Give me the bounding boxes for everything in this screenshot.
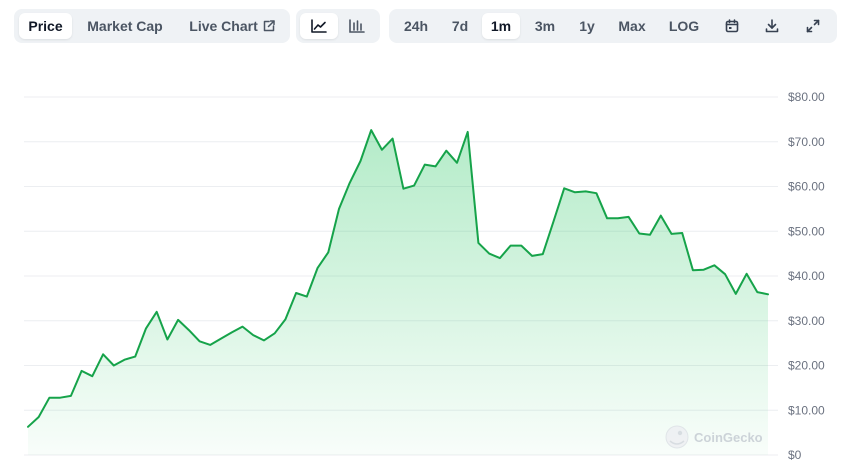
data-point bbox=[357, 157, 365, 165]
data-point bbox=[56, 394, 64, 402]
data-point bbox=[592, 189, 600, 197]
data-point bbox=[410, 182, 418, 190]
y-tick-label: $80.00 bbox=[788, 90, 825, 104]
price-area bbox=[28, 130, 768, 455]
gecko-logo-icon bbox=[665, 425, 689, 449]
data-point bbox=[271, 329, 279, 337]
data-point bbox=[110, 362, 118, 370]
data-point bbox=[732, 290, 740, 298]
data-point bbox=[743, 270, 751, 278]
data-point bbox=[163, 336, 171, 344]
data-point bbox=[571, 188, 579, 196]
data-point bbox=[45, 394, 53, 402]
data-point bbox=[303, 293, 311, 301]
data-point bbox=[399, 185, 407, 193]
data-point bbox=[507, 242, 515, 250]
data-point bbox=[764, 290, 772, 298]
data-point bbox=[142, 324, 150, 332]
data-point bbox=[474, 239, 482, 247]
data-point bbox=[442, 147, 450, 155]
data-point bbox=[678, 229, 686, 237]
data-point bbox=[35, 413, 43, 421]
data-point bbox=[657, 212, 665, 220]
data-point bbox=[753, 288, 761, 296]
data-point bbox=[346, 179, 354, 187]
data-point bbox=[528, 252, 536, 260]
data-point bbox=[153, 308, 161, 316]
data-point bbox=[324, 248, 332, 256]
data-point bbox=[206, 341, 214, 349]
data-point bbox=[260, 336, 268, 344]
data-point bbox=[131, 353, 139, 361]
data-point bbox=[281, 315, 289, 323]
data-point bbox=[78, 367, 86, 375]
y-tick-label: $10.00 bbox=[788, 403, 825, 417]
data-point bbox=[539, 250, 547, 258]
data-point bbox=[582, 187, 590, 195]
data-point bbox=[24, 423, 32, 431]
data-point bbox=[625, 213, 633, 221]
data-point bbox=[668, 230, 676, 238]
data-point bbox=[421, 161, 429, 169]
y-tick-label: $20.00 bbox=[788, 359, 825, 373]
data-point bbox=[228, 328, 236, 336]
data-point bbox=[196, 337, 204, 345]
data-point bbox=[99, 350, 107, 358]
y-tick-label: $70.00 bbox=[788, 135, 825, 149]
coingecko-watermark: CoinGecko bbox=[665, 425, 763, 449]
data-point bbox=[249, 331, 257, 339]
data-point bbox=[614, 214, 622, 222]
data-point bbox=[432, 162, 440, 170]
data-point bbox=[496, 254, 504, 262]
data-point bbox=[389, 135, 397, 143]
data-point bbox=[710, 261, 718, 269]
data-point bbox=[88, 372, 96, 380]
data-point bbox=[335, 205, 343, 213]
data-point bbox=[700, 266, 708, 274]
price-chart[interactable]: $0 $10.00 $20.00 $30.00 $40.00 $50.00 $60.00 $7… bbox=[0, 0, 858, 475]
y-tick-label: $40.00 bbox=[788, 269, 825, 283]
data-point bbox=[121, 356, 129, 364]
data-point bbox=[464, 128, 472, 136]
data-point bbox=[367, 126, 375, 134]
data-point bbox=[689, 266, 697, 274]
data-point bbox=[603, 214, 611, 222]
data-point bbox=[721, 270, 729, 278]
y-axis: $0 $10.00 $20.00 $30.00 $40.00 $50.00 $60.00 $7… bbox=[788, 90, 825, 462]
data-point bbox=[517, 242, 525, 250]
y-tick-label: $30.00 bbox=[788, 314, 825, 328]
data-point bbox=[378, 146, 386, 154]
data-point bbox=[185, 326, 193, 334]
data-point bbox=[217, 335, 225, 343]
data-point bbox=[239, 323, 247, 331]
data-point bbox=[292, 289, 300, 297]
y-tick-label: $0 bbox=[788, 448, 802, 462]
data-point bbox=[67, 392, 75, 400]
data-point bbox=[646, 231, 654, 239]
y-tick-label: $50.00 bbox=[788, 224, 825, 238]
data-point bbox=[314, 264, 322, 272]
data-point bbox=[453, 159, 461, 167]
data-point bbox=[174, 316, 182, 324]
data-point bbox=[635, 230, 643, 238]
data-point bbox=[550, 217, 558, 225]
watermark-text: CoinGecko bbox=[694, 430, 763, 445]
data-point bbox=[485, 250, 493, 258]
y-tick-label: $60.00 bbox=[788, 180, 825, 194]
data-point bbox=[560, 184, 568, 192]
